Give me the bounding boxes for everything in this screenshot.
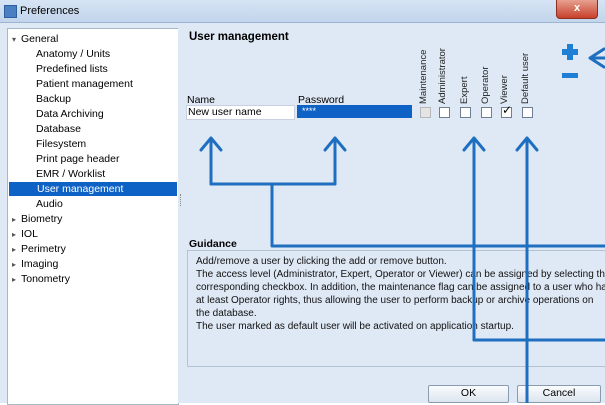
guidance-line: the database. — [196, 308, 257, 319]
tree-item-label: Tonometry — [21, 273, 71, 285]
splitter-grip[interactable] — [180, 194, 183, 206]
expand-icon[interactable]: ▸ — [12, 243, 21, 257]
tree-item-patient-management[interactable]: Patient management — [36, 77, 133, 91]
tree-item-imaging[interactable]: ▸ Imaging — [12, 257, 58, 271]
tree-item-backup[interactable]: Backup — [36, 92, 71, 106]
user-name-field[interactable]: New user name — [186, 105, 295, 120]
tree-item-label: Print page header — [36, 153, 120, 165]
tree-item-emr-worklist[interactable]: EMR / Worklist — [36, 167, 105, 181]
expand-icon[interactable]: ▸ — [12, 228, 21, 242]
expand-icon[interactable]: ▸ — [12, 258, 21, 272]
tree-item-label: Perimetry — [21, 243, 66, 255]
tree-item-label: Database — [36, 123, 81, 135]
role-header-operator: Operator — [480, 66, 491, 105]
checkbox-default-user[interactable] — [522, 107, 533, 118]
check-mark-icon: ✓ — [502, 103, 513, 117]
checkbox-administrator[interactable] — [439, 107, 450, 118]
role-header-administrator: Administrator — [437, 48, 448, 104]
guidance-line: at least Operator rights, thus allowing … — [196, 295, 594, 306]
ok-button[interactable]: OK — [428, 385, 509, 403]
preferences-window: Preferences x ▾ General Anatomy / Units Pre… — [0, 0, 605, 405]
tree-item-anatomy-units[interactable]: Anatomy / Units — [36, 47, 110, 61]
page-title: User management — [189, 31, 289, 43]
tree-item-label: Imaging — [21, 258, 59, 270]
collapse-icon[interactable]: ▾ — [12, 33, 21, 47]
tree-item-label: General — [21, 33, 59, 45]
checkbox-maintenance[interactable] — [420, 107, 431, 118]
tree-item-filesystem[interactable]: Filesystem — [36, 137, 86, 151]
remove-user-button[interactable] — [562, 73, 578, 78]
tree-item-database[interactable]: Database — [36, 122, 81, 136]
tree-item-label: Biometry — [21, 213, 63, 225]
tree-item-label: Patient management — [36, 78, 133, 90]
tree-item-data-archiving[interactable]: Data Archiving — [36, 107, 104, 121]
splitter[interactable] — [178, 28, 183, 403]
guidance-line: Add/remove a user by clicking the add or… — [196, 256, 447, 267]
checkbox-expert[interactable] — [460, 107, 471, 118]
expand-icon[interactable]: ▸ — [12, 213, 21, 227]
guidance-title: Guidance — [189, 238, 237, 250]
tree-item-predefined-lists[interactable]: Predefined lists — [36, 62, 108, 76]
window-title: Preferences — [20, 5, 80, 17]
tree-item-label: Audio — [36, 198, 63, 210]
checkbox-viewer[interactable]: ✓ — [501, 103, 513, 118]
tree-item-label: Predefined lists — [36, 63, 108, 75]
checkbox-operator[interactable] — [481, 107, 492, 118]
role-header-expert: Expert — [459, 76, 470, 104]
tree-item-label: Backup — [36, 93, 72, 105]
guidance-line: The access level (Administrator, Expert,… — [196, 269, 605, 280]
expand-icon[interactable]: ▸ — [12, 273, 21, 287]
tree-item-audio[interactable]: Audio — [36, 197, 63, 211]
role-header-default-user: Default user — [520, 52, 531, 104]
guidance-line: corresponding checkbox. In addition, the… — [196, 282, 605, 293]
tree-item-label: User management — [37, 183, 124, 195]
tree-item-label: Filesystem — [36, 138, 87, 150]
cancel-button[interactable]: Cancel — [517, 385, 601, 403]
tree-item-label: Data Archiving — [36, 108, 104, 120]
app-icon — [4, 5, 17, 18]
tree-item-label: Anatomy / Units — [36, 48, 111, 60]
close-button[interactable]: x — [556, 0, 598, 19]
tree-item-tonometry[interactable]: ▸ Tonometry — [12, 272, 70, 286]
tree-item-iol[interactable]: ▸ IOL — [12, 227, 38, 241]
tree-item-perimetry[interactable]: ▸ Perimetry — [12, 242, 66, 256]
tree-item-user-management[interactable]: User management — [9, 182, 177, 196]
tree-item-print-page-header[interactable]: Print page header — [36, 152, 119, 166]
preferences-tree: ▾ General Anatomy / Units Predefined lists P… — [7, 28, 179, 405]
password-field[interactable]: **** — [297, 105, 412, 118]
role-header-viewer: Viewer — [499, 75, 510, 104]
role-header-maintenance: Maintenance — [418, 49, 429, 104]
tree-item-label: IOL — [21, 228, 38, 240]
guidance-line: The user marked as default user will be … — [196, 321, 514, 332]
tree-item-biometry[interactable]: ▸ Biometry — [12, 212, 62, 226]
tree-item-label: EMR / Worklist — [36, 168, 106, 180]
add-user-button[interactable] — [562, 44, 578, 60]
title-bar[interactable]: Preferences x — [0, 0, 605, 23]
tree-item-general[interactable]: ▾ General — [12, 32, 58, 46]
